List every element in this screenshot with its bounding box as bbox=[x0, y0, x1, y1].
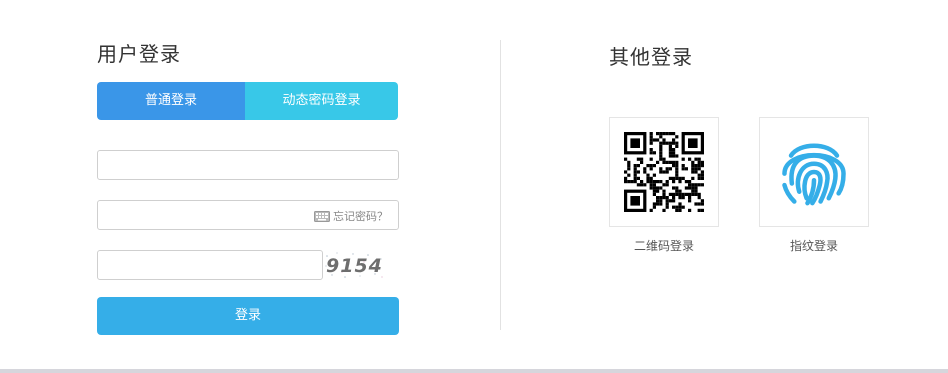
tab-dynamic-password-login[interactable]: 动态密码登录 bbox=[245, 82, 398, 120]
captcha-code: 9154 bbox=[326, 255, 383, 277]
fingerprint-icon bbox=[782, 143, 846, 206]
forgot-password-link[interactable]: 忘记密码？ bbox=[314, 208, 388, 224]
qr-code-icon bbox=[624, 132, 704, 212]
forgot-password-label: 忘记密码？ bbox=[333, 210, 388, 223]
fingerprint-login-card[interactable] bbox=[759, 117, 869, 227]
keyboard-icon bbox=[314, 210, 330, 222]
password-field-wrapper: 忘记密码？ bbox=[97, 200, 399, 230]
username-input[interactable] bbox=[98, 151, 398, 179]
divider bbox=[500, 40, 501, 330]
tab-normal-login[interactable]: 普通登录 bbox=[97, 82, 245, 120]
login-button[interactable]: 登录 bbox=[97, 297, 399, 335]
other-login-title: 其他登录 bbox=[609, 45, 693, 69]
login-tabs: 普通登录 动态密码登录 bbox=[97, 82, 398, 120]
bottom-border bbox=[0, 369, 948, 373]
username-field-wrapper bbox=[97, 150, 399, 180]
user-login-title: 用户登录 bbox=[97, 42, 181, 66]
qr-login-card[interactable] bbox=[609, 117, 719, 227]
captcha-field-wrapper bbox=[97, 250, 323, 280]
fingerprint-login-label: 指纹登录 bbox=[789, 239, 838, 253]
captcha-input[interactable] bbox=[98, 251, 322, 279]
captcha-image[interactable]: 9154 bbox=[323, 250, 385, 280]
qr-login-label: 二维码登录 bbox=[633, 239, 694, 253]
